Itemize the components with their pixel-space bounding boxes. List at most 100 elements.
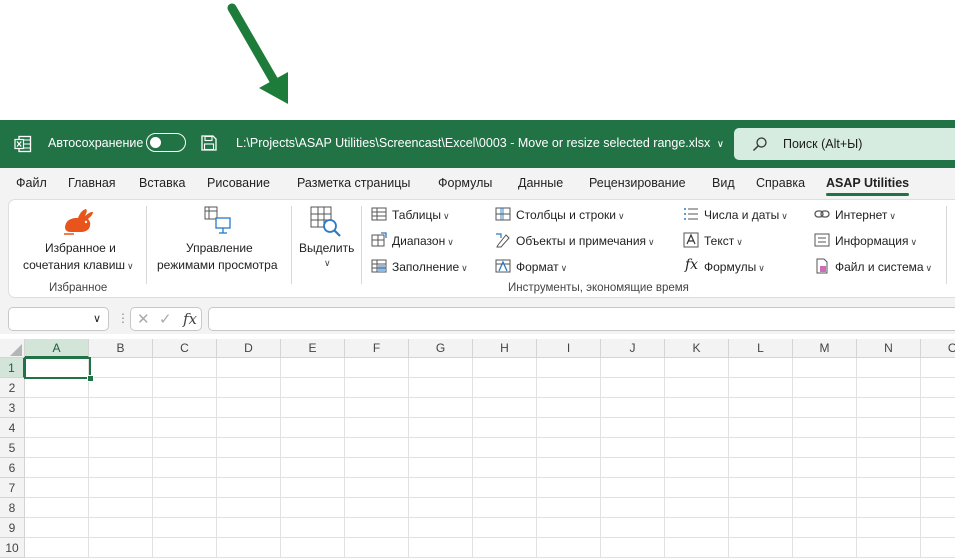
tab-formulas[interactable]: Формулы <box>438 176 492 190</box>
cell-c6[interactable] <box>153 458 217 478</box>
cell-m2[interactable] <box>793 378 857 398</box>
autosave-toggle[interactable] <box>146 133 186 152</box>
cell-n4[interactable] <box>857 418 921 438</box>
tab-page-layout[interactable]: Разметка страницы <box>297 176 410 190</box>
cell-g5[interactable] <box>409 438 473 458</box>
cell-a10[interactable] <box>25 538 89 558</box>
cell-c4[interactable] <box>153 418 217 438</box>
row-header-1[interactable]: 1 <box>0 358 25 378</box>
cell-d8[interactable] <box>217 498 281 518</box>
column-header-l[interactable]: L <box>729 339 793 358</box>
cancel-icon[interactable]: ✕ <box>137 310 150 328</box>
column-header-i[interactable]: I <box>537 339 601 358</box>
cell-d3[interactable] <box>217 398 281 418</box>
internet-menu[interactable]: Интернет ∨ <box>835 208 896 222</box>
column-header-g[interactable]: G <box>409 339 473 358</box>
cell-f9[interactable] <box>345 518 409 538</box>
cell-h6[interactable] <box>473 458 537 478</box>
cell-a5[interactable] <box>25 438 89 458</box>
cell-a2[interactable] <box>25 378 89 398</box>
favorites-button[interactable]: сочетания клавиш ∨ <box>23 258 134 272</box>
cell-i1[interactable] <box>537 358 601 378</box>
cell-k1[interactable] <box>665 358 729 378</box>
cell-m3[interactable] <box>793 398 857 418</box>
cell-n7[interactable] <box>857 478 921 498</box>
columns-rows-menu[interactable]: Столбцы и строки ∨ <box>516 208 625 222</box>
tab-file[interactable]: Файл <box>16 176 47 190</box>
row-header-8[interactable]: 8 <box>0 498 25 518</box>
cell-c1[interactable] <box>153 358 217 378</box>
tab-data[interactable]: Данные <box>518 176 563 190</box>
cell-c2[interactable] <box>153 378 217 398</box>
cell-c7[interactable] <box>153 478 217 498</box>
save-icon[interactable] <box>200 134 218 152</box>
cell-o6[interactable] <box>921 458 955 478</box>
tab-home[interactable]: Главная <box>68 176 116 190</box>
cell-i7[interactable] <box>537 478 601 498</box>
cell-f1[interactable] <box>345 358 409 378</box>
column-header-d[interactable]: D <box>217 339 281 358</box>
cell-b6[interactable] <box>89 458 153 478</box>
cell-h9[interactable] <box>473 518 537 538</box>
cell-g3[interactable] <box>409 398 473 418</box>
formula-input[interactable] <box>208 307 955 331</box>
cell-j8[interactable] <box>601 498 665 518</box>
objects-comments-menu[interactable]: Объекты и примечания ∨ <box>516 234 655 248</box>
cell-b10[interactable] <box>89 538 153 558</box>
cell-g2[interactable] <box>409 378 473 398</box>
cell-f2[interactable] <box>345 378 409 398</box>
cell-g9[interactable] <box>409 518 473 538</box>
cell-o3[interactable] <box>921 398 955 418</box>
cell-i4[interactable] <box>537 418 601 438</box>
column-header-j[interactable]: J <box>601 339 665 358</box>
cell-f8[interactable] <box>345 498 409 518</box>
fill-menu[interactable]: Заполнение ∨ <box>392 260 468 274</box>
cell-f6[interactable] <box>345 458 409 478</box>
cell-m1[interactable] <box>793 358 857 378</box>
name-box[interactable]: ∨ <box>8 307 109 331</box>
cell-l5[interactable] <box>729 438 793 458</box>
tab-insert[interactable]: Вставка <box>139 176 185 190</box>
cell-n10[interactable] <box>857 538 921 558</box>
cell-n1[interactable] <box>857 358 921 378</box>
column-header-e[interactable]: E <box>281 339 345 358</box>
cell-l1[interactable] <box>729 358 793 378</box>
column-header-m[interactable]: M <box>793 339 857 358</box>
row-header-10[interactable]: 10 <box>0 538 25 558</box>
cell-c3[interactable] <box>153 398 217 418</box>
cell-m9[interactable] <box>793 518 857 538</box>
cell-h3[interactable] <box>473 398 537 418</box>
favorites-label-1[interactable]: Избранное и <box>45 241 116 255</box>
cell-m7[interactable] <box>793 478 857 498</box>
cell-l9[interactable] <box>729 518 793 538</box>
cell-k3[interactable] <box>665 398 729 418</box>
cell-j4[interactable] <box>601 418 665 438</box>
cell-n9[interactable] <box>857 518 921 538</box>
cell-o1[interactable] <box>921 358 955 378</box>
cell-h2[interactable] <box>473 378 537 398</box>
cell-o8[interactable] <box>921 498 955 518</box>
cell-o4[interactable] <box>921 418 955 438</box>
cell-b2[interactable] <box>89 378 153 398</box>
cell-f10[interactable] <box>345 538 409 558</box>
cell-a4[interactable] <box>25 418 89 438</box>
cell-n6[interactable] <box>857 458 921 478</box>
cell-g7[interactable] <box>409 478 473 498</box>
fill-handle[interactable] <box>87 375 94 382</box>
cell-d1[interactable] <box>217 358 281 378</box>
cell-g8[interactable] <box>409 498 473 518</box>
column-header-h[interactable]: H <box>473 339 537 358</box>
cell-k2[interactable] <box>665 378 729 398</box>
cell-e1[interactable] <box>281 358 345 378</box>
cell-h1[interactable] <box>473 358 537 378</box>
cell-b5[interactable] <box>89 438 153 458</box>
file-system-menu[interactable]: Файл и система ∨ <box>835 260 932 274</box>
row-header-6[interactable]: 6 <box>0 458 25 478</box>
text-menu[interactable]: Текст ∨ <box>704 234 743 248</box>
cell-e4[interactable] <box>281 418 345 438</box>
cell-k10[interactable] <box>665 538 729 558</box>
cell-h10[interactable] <box>473 538 537 558</box>
cell-e2[interactable] <box>281 378 345 398</box>
cell-c10[interactable] <box>153 538 217 558</box>
cell-d4[interactable] <box>217 418 281 438</box>
